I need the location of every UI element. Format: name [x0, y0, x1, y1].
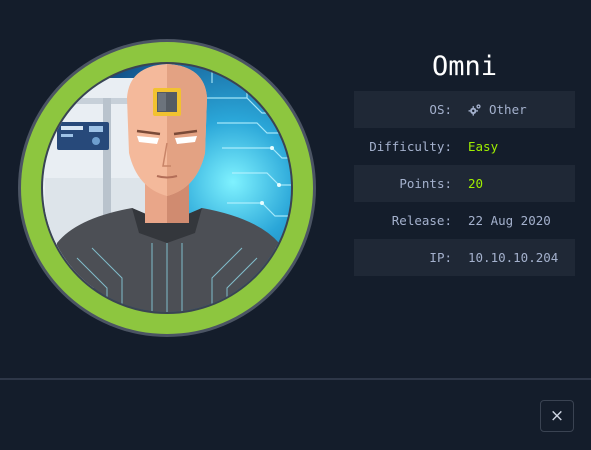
detail-row-ip: IP: 10.10.10.204: [354, 239, 575, 276]
machine-info-panel: Omni OS: Other Difficulty: Easy Points: …: [354, 48, 575, 276]
points-label: Points:: [399, 176, 452, 191]
footer-divider: [0, 378, 591, 380]
machine-name: Omni: [431, 51, 498, 82]
detail-row-release: Release: 22 Aug 2020: [354, 202, 575, 239]
detail-row-points: Points: 20: [354, 165, 575, 202]
points-value: 20: [468, 176, 484, 191]
release-value: 22 Aug 2020: [468, 213, 551, 228]
detail-row-os: OS: Other: [354, 91, 575, 128]
ip-value: 10.10.10.204: [468, 250, 559, 265]
ip-label: IP:: [429, 250, 452, 265]
os-value: Other: [489, 102, 527, 117]
release-label: Release:: [391, 213, 452, 228]
close-button[interactable]: ×: [540, 400, 574, 432]
close-icon: ×: [549, 406, 565, 426]
difficulty-label: Difficulty:: [369, 139, 452, 154]
os-label: OS:: [429, 102, 452, 117]
detail-row-difficulty: Difficulty: Easy: [354, 128, 575, 165]
gear-icon: [468, 103, 481, 116]
os-value-wrap: Other: [468, 102, 527, 117]
machine-avatar: [17, 38, 317, 338]
difficulty-value: Easy: [468, 139, 499, 154]
